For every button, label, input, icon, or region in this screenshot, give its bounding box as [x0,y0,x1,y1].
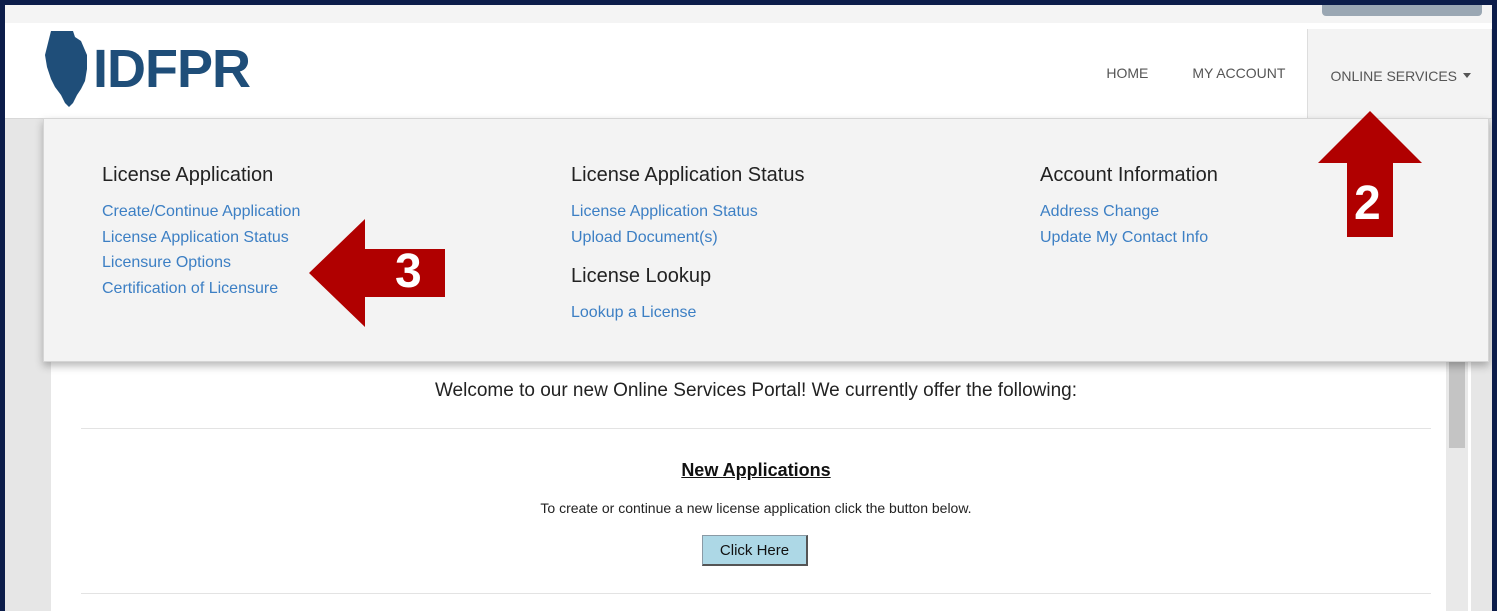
nav-my-account[interactable]: MY ACCOUNT [1170,23,1307,118]
link-address-change[interactable]: Address Change [1040,199,1218,225]
col-heading-license-lookup: License Lookup [571,265,712,287]
illinois-state-icon [45,31,87,107]
main-nav: HOME MY ACCOUNT ONLINE SERVICES [1084,23,1492,118]
nav-online-services-label: ONLINE SERVICES [1330,67,1457,84]
annotation-number-3: 3 [395,245,422,298]
col-heading: Account Information [1040,164,1218,186]
online-services-dropdown: License Application Create/Continue Appl… [43,118,1489,362]
logo-text: IDFPR [93,39,251,99]
link-lookup-a-license[interactable]: Lookup a License [571,300,805,326]
nav-my-account-label: MY ACCOUNT [1192,64,1286,81]
dropdown-col-license-application: License Application Create/Continue Appl… [102,163,300,301]
dropdown-col-account: Account Information Address Change Updat… [1040,163,1218,250]
link-create-continue-application[interactable]: Create/Continue Application [102,199,300,225]
annotation-arrow-left-icon [309,219,445,327]
link-upload-documents[interactable]: Upload Document(s) [571,225,805,251]
link-license-application-status[interactable]: License Application Status [102,225,300,251]
divider [81,428,1431,429]
link-certification-of-licensure[interactable]: Certification of Licensure [102,276,300,302]
browser-frame: IDFPR HOME MY ACCOUNT ONLINE SERVICES We… [5,5,1492,611]
annotation-number-2: 2 [1354,177,1381,230]
click-here-button[interactable]: Click Here [702,535,808,566]
nav-home[interactable]: HOME [1084,23,1170,118]
nav-home-label: HOME [1106,64,1149,81]
top-corner-button[interactable] [1322,5,1482,16]
link-licensure-options[interactable]: Licensure Options [102,250,300,276]
divider [81,593,1431,594]
section-title: New Applications [681,460,831,480]
top-strip [5,5,1492,24]
welcome-text: Welcome to our new Online Services Porta… [434,380,1078,401]
col-heading: License Application [102,164,274,186]
section-description: To create or continue a new license appl… [540,500,972,516]
col-heading: License Application Status [571,164,805,186]
site-header: IDFPR HOME MY ACCOUNT ONLINE SERVICES [5,23,1492,119]
nav-online-services[interactable]: ONLINE SERVICES [1307,29,1492,118]
dropdown-col-status: License Application Status License Appli… [571,163,805,326]
link-license-application-status-2[interactable]: License Application Status [571,199,805,225]
link-update-contact-info[interactable]: Update My Contact Info [1040,225,1218,251]
caret-down-icon [1463,73,1471,78]
